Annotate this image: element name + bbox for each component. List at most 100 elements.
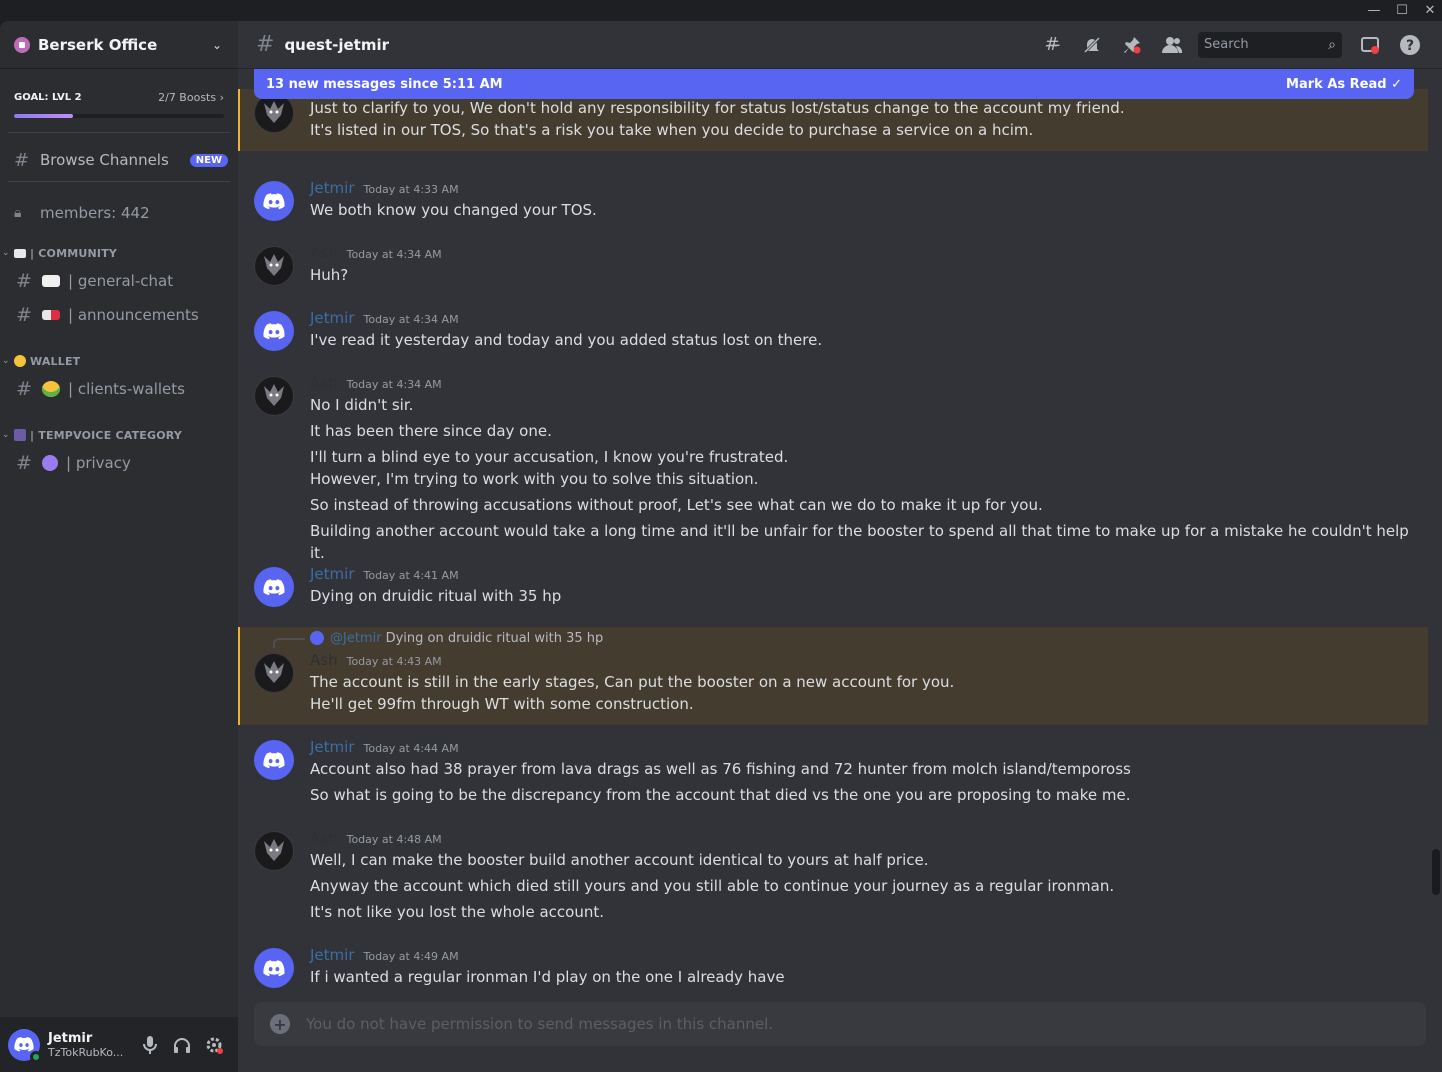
pinned-messages-button[interactable] — [1112, 29, 1152, 61]
inbox-icon — [1361, 36, 1379, 54]
message-author[interactable]: Jetmir — [310, 179, 354, 197]
tempvoice-icon — [14, 429, 26, 441]
server-icon — [14, 36, 30, 53]
message-line: Dying on druidic ritual with 35 hp — [310, 587, 562, 605]
category-label: | TEMPVOICE CATEGORY — [30, 428, 183, 442]
message[interactable]: Jetmir Today at 4:41 AM Dying on druidic r… — [238, 563, 1428, 617]
message-header: Jetmir Today at 4:33 AM — [310, 177, 1412, 199]
title-bar: — ☐ ✕ — [0, 0, 1442, 21]
channel-label: | general-chat — [68, 272, 174, 290]
headphones-button[interactable] — [166, 1029, 198, 1061]
close-button[interactable]: ✕ — [1416, 0, 1442, 21]
message-header: Ash Today at 4:48 AM — [310, 827, 1412, 849]
user-avatar[interactable] — [254, 740, 294, 780]
message[interactable]: Ash Today at 4:34 AM No I didn't sir. It ha… — [238, 372, 1428, 574]
message-line: Huh? — [310, 266, 349, 284]
reply-preview[interactable]: @Jetmir Dying on druidic ritual with 35 h… — [273, 627, 1412, 649]
mute-button[interactable] — [1072, 29, 1112, 61]
threads-button[interactable]: #̶ — [1032, 29, 1072, 61]
money-face-icon — [42, 381, 60, 397]
category-wallet[interactable]: ⌄ WALLET — [0, 350, 238, 372]
user-avatar[interactable] — [254, 831, 294, 871]
maximize-button[interactable]: ☐ — [1388, 0, 1416, 21]
message-author[interactable]: Ash — [310, 374, 338, 392]
message-timestamp: Today at 4:34 AM — [363, 313, 459, 326]
user-avatar[interactable] — [254, 653, 294, 693]
user-avatar[interactable] — [254, 948, 294, 988]
help-button[interactable]: ? — [1390, 29, 1430, 61]
settings-button[interactable] — [198, 1029, 230, 1061]
divider — [8, 132, 230, 133]
message[interactable]: Jetmir Today at 4:44 AM Account also had 3… — [238, 736, 1428, 816]
browse-channels[interactable]: # Browse Channels NEW — [0, 143, 238, 177]
message-header: Jetmir Today at 4:49 AM — [310, 944, 1412, 966]
user-avatar[interactable] — [8, 1028, 42, 1063]
user-avatar[interactable] — [254, 181, 294, 221]
message-author[interactable]: Ash — [310, 651, 338, 669]
user-info[interactable]: Jetmir TzTokRubKo... — [48, 1031, 134, 1059]
chat-area: # quest-jetmir #̶ Search ⌕ ? 13 new mess… — [238, 21, 1442, 1072]
message-line: Building another account would take a lo… — [310, 522, 1409, 562]
gear-icon — [206, 1037, 223, 1054]
message-author[interactable]: Jetmir — [310, 738, 354, 756]
search-placeholder: Search — [1204, 37, 1249, 52]
user-avatar[interactable] — [254, 311, 294, 351]
message-line: I've read it yesterday and today and you… — [310, 331, 823, 349]
message-timestamp: Today at 4:34 AM — [346, 378, 442, 391]
goal-progress-bar — [14, 114, 224, 118]
search-input[interactable]: Search ⌕ — [1198, 31, 1342, 58]
message-line: If i wanted a regular ironman I'd play o… — [310, 968, 785, 986]
message[interactable]: @Jetmir Dying on druidic ritual with 35 h… — [238, 627, 1428, 725]
message[interactable]: Jetmir Today at 4:34 AM I've read it yeste… — [238, 307, 1428, 361]
message-header: Jetmir Today at 4:41 AM — [310, 563, 1412, 585]
user-avatar[interactable] — [254, 567, 294, 607]
channel-label: | clients-wallets — [68, 380, 185, 398]
microphone-button[interactable] — [134, 1029, 166, 1061]
message-line: It has been there since day one. — [310, 422, 552, 440]
user-avatar[interactable] — [254, 93, 294, 133]
channel-clients-wallets[interactable]: # | clients-wallets — [0, 372, 238, 406]
message-author[interactable]: Jetmir — [310, 565, 354, 583]
category-community[interactable]: ⌄ | COMMUNITY — [0, 242, 238, 264]
member-list-button[interactable] — [1152, 29, 1192, 61]
members-icon — [1162, 36, 1183, 53]
goal-title: GOAL: LVL 2 — [14, 92, 82, 103]
members-channel[interactable]: 🔒︎ members: 442 — [0, 196, 238, 230]
message-author[interactable]: Jetmir — [310, 946, 354, 964]
channel-sidebar: Berserk Office ⌄ GOAL: LVL 2 2/7 Boosts … — [0, 21, 238, 1072]
channel-privacy[interactable]: # | privacy — [0, 446, 238, 480]
category-label: WALLET — [30, 354, 81, 368]
user-avatar[interactable] — [254, 246, 294, 286]
scrollbar-thumb[interactable] — [1432, 849, 1440, 895]
message-author[interactable]: Jetmir — [310, 309, 354, 327]
mark-as-read-button[interactable]: Mark As Read ✓ — [1286, 77, 1402, 92]
channel-general-chat[interactable]: # | general-chat — [0, 264, 238, 298]
add-attachment-icon: + — [270, 1014, 290, 1034]
message[interactable]: Jetmir Today at 4:33 AM We both know you c… — [238, 177, 1428, 231]
new-messages-bar[interactable]: 13 new messages since 5:11 AM Mark As Re… — [254, 69, 1414, 99]
chevron-down-icon[interactable]: ⌄ — [212, 38, 222, 52]
message-header: Ash Today at 4:34 AM — [310, 372, 1412, 394]
message[interactable]: Ash Today at 4:34 AM Huh? — [238, 242, 1428, 296]
message[interactable]: Ash Today at 4:48 AM Well, I can make the … — [238, 827, 1428, 933]
message-line: It's listed in our TOS, So that's a risk… — [310, 121, 1034, 139]
composer-placeholder: You do not have permission to send messa… — [306, 1015, 774, 1033]
chevron-down-icon: ⌄ — [2, 430, 10, 440]
channel-label: | announcements — [68, 306, 199, 324]
category-label: | COMMUNITY — [30, 246, 118, 260]
user-name: Jetmir — [48, 1030, 93, 1046]
server-header[interactable]: Berserk Office ⌄ — [0, 21, 238, 69]
message[interactable]: Jetmir Today at 4:49 AM If i wanted a regu… — [238, 944, 1428, 998]
chevron-down-icon: ⌄ — [2, 356, 10, 366]
inbox-button[interactable] — [1350, 29, 1390, 61]
message-author[interactable]: Ash — [310, 244, 338, 262]
minimize-button[interactable]: — — [1360, 0, 1388, 21]
user-avatar[interactable] — [254, 376, 294, 416]
message-author[interactable]: Ash — [310, 829, 338, 847]
channel-announcements[interactable]: # | announcements — [0, 298, 238, 332]
speech-bubble-icon — [42, 275, 60, 287]
message-timestamp: Today at 4:49 AM — [363, 950, 459, 963]
category-tempvoice[interactable]: ⌄ | TEMPVOICE CATEGORY — [0, 424, 238, 446]
message-line: Just to clarify to you, We don't hold an… — [310, 99, 1125, 117]
boost-goal[interactable]: GOAL: LVL 2 2/7 Boosts › — [0, 91, 238, 104]
